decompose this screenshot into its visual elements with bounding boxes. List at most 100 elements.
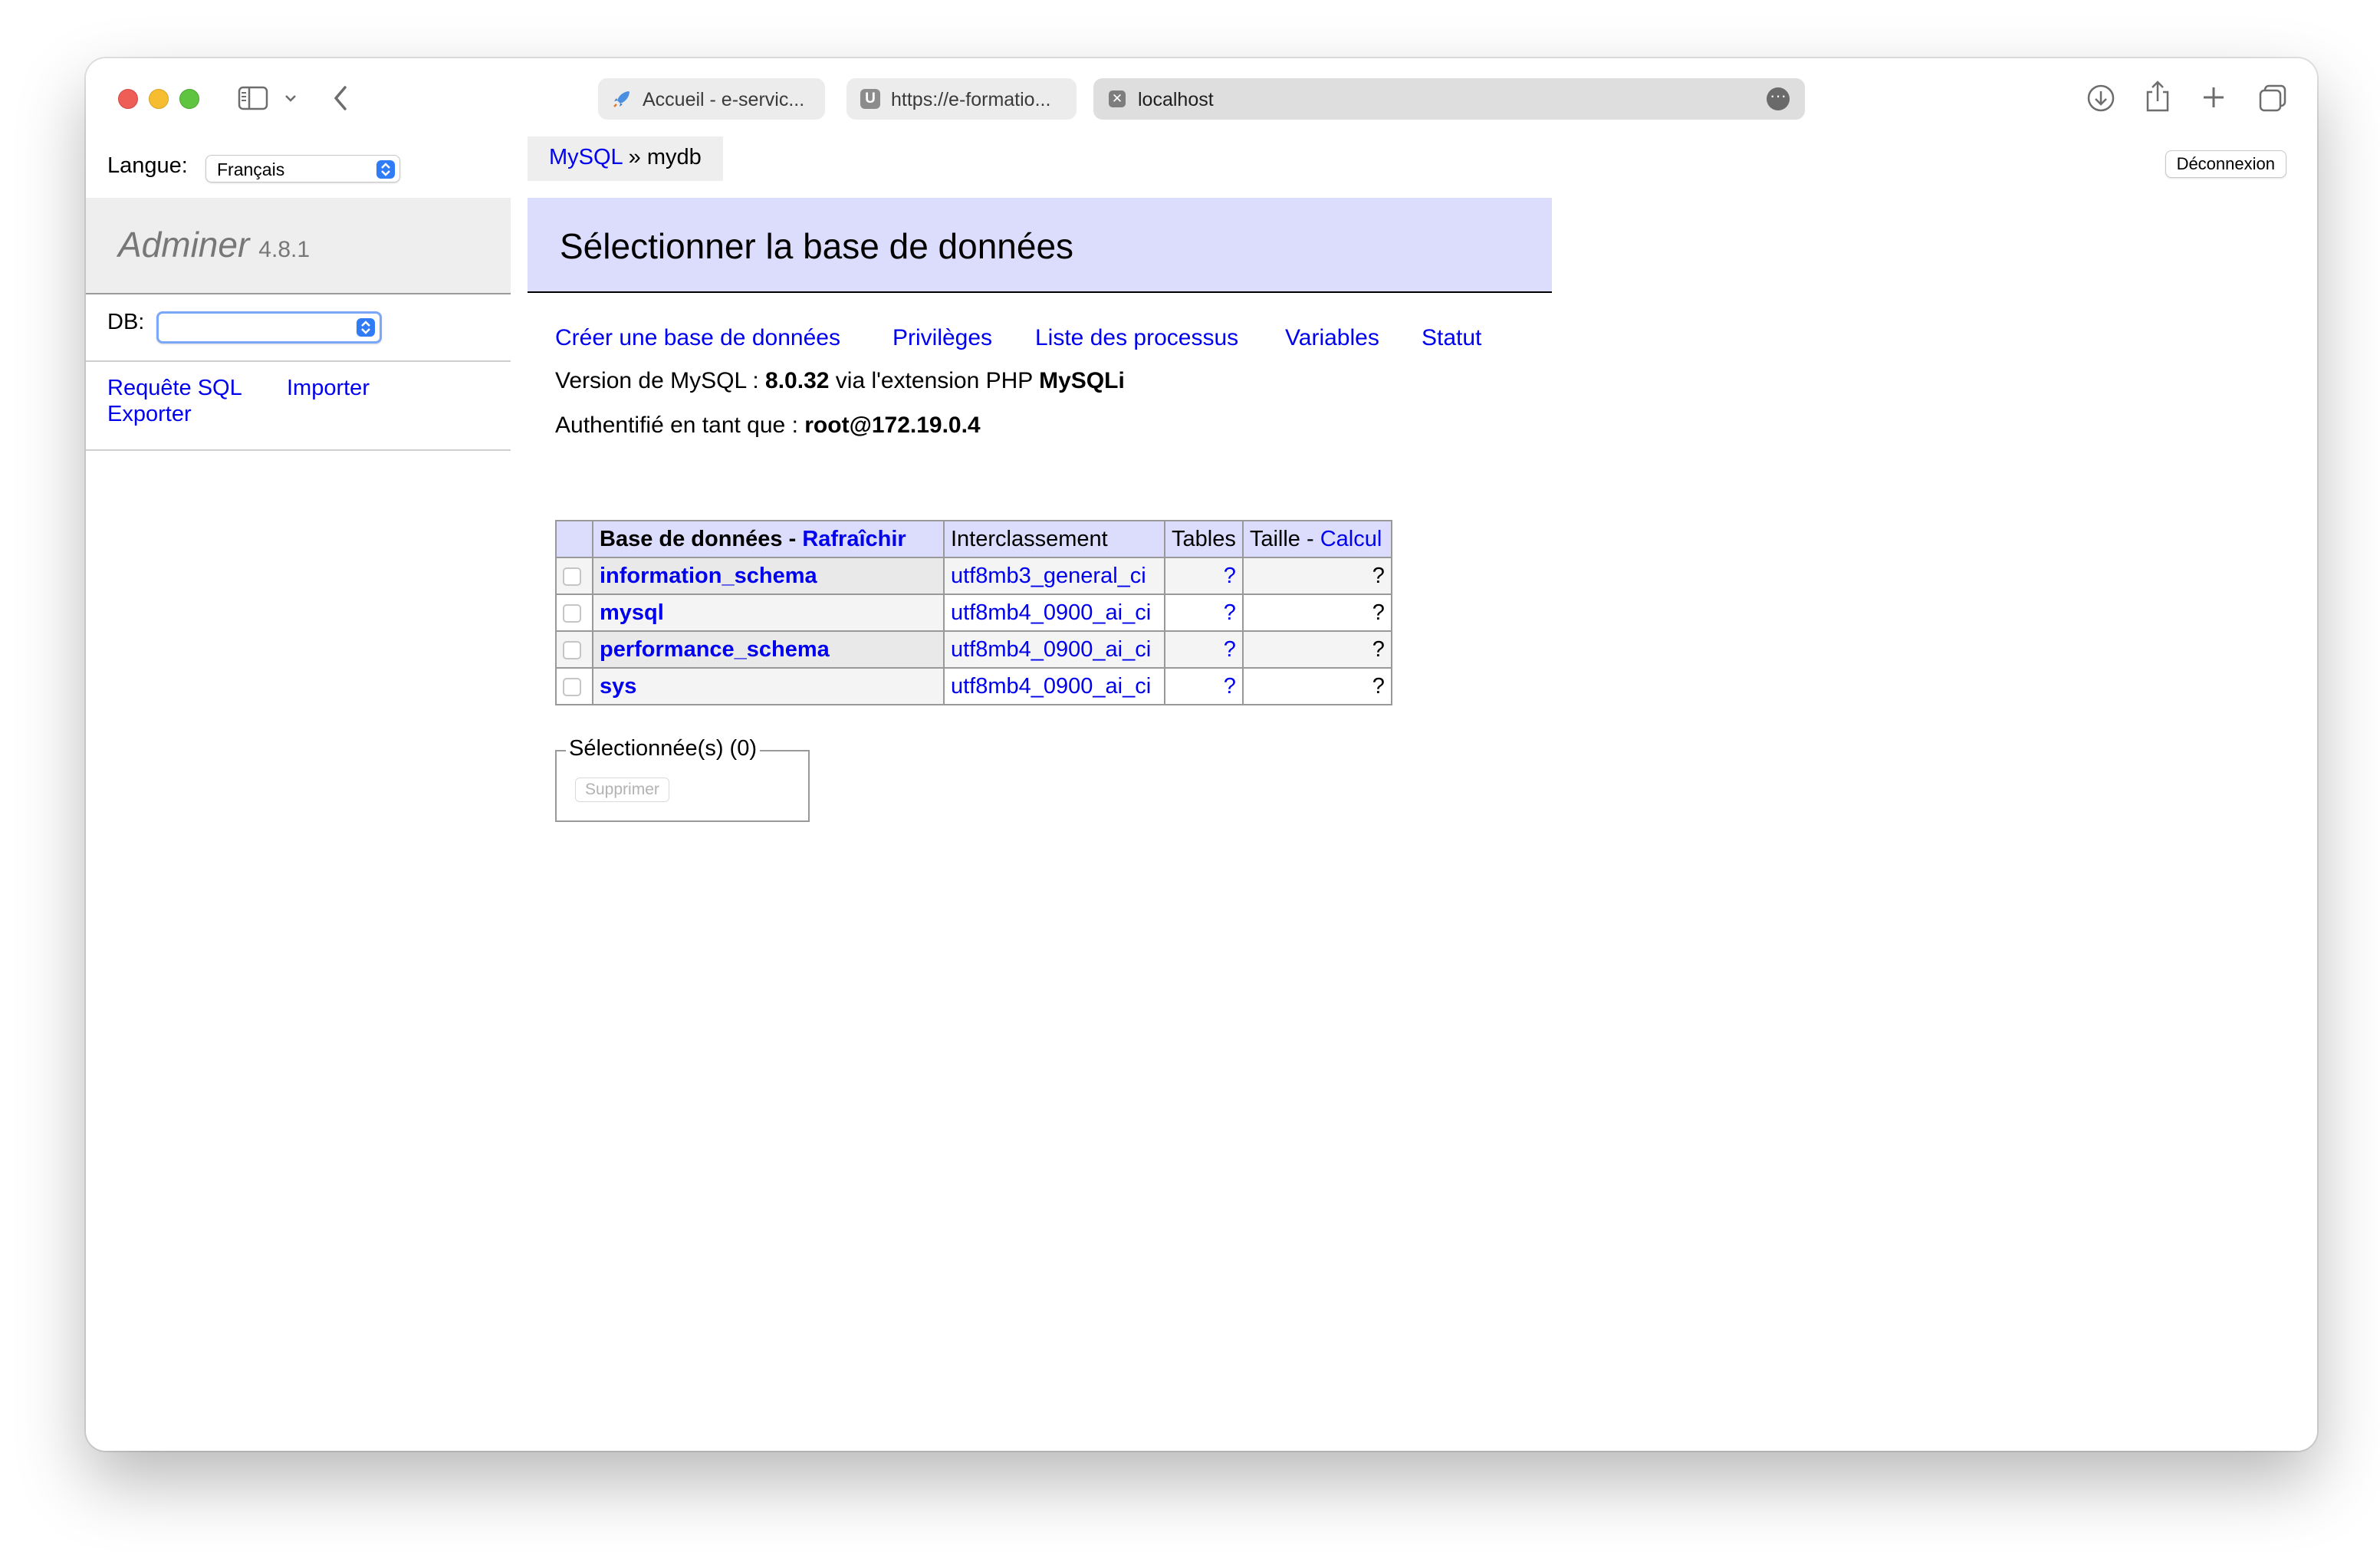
tab-title: https://e-formatio... — [891, 89, 1051, 110]
databases-table: Base de données - Rafraîchir Interclasse… — [555, 520, 1392, 705]
privileges-link[interactable]: Privilèges — [893, 325, 992, 351]
tables-cell: ? — [1164, 594, 1244, 632]
version-extension: MySQLi — [1039, 368, 1125, 393]
table-row: performance_schema utf8mb4_0900_ai_ci ? … — [555, 630, 1392, 669]
size-cell: ? — [1241, 557, 1392, 595]
row-checkbox[interactable] — [563, 567, 581, 586]
auth-prefix: Authentifié en tant que : — [555, 413, 798, 438]
tables-cell: ? — [1164, 557, 1244, 595]
rocket-icon — [613, 91, 630, 107]
sql-query-link[interactable]: Requête SQL — [107, 376, 242, 401]
column-collation: Interclassement — [943, 520, 1165, 558]
language-label: Langue: — [107, 153, 188, 178]
compute-size-link[interactable]: Calcul — [1320, 527, 1382, 551]
row-checkbox[interactable] — [563, 603, 581, 623]
version-value: 8.0.32 — [765, 368, 830, 393]
download-icon[interactable] — [2086, 83, 2116, 113]
refresh-link[interactable]: Rafraîchir — [802, 527, 906, 551]
column-database: Base de données - Rafraîchir — [592, 520, 945, 558]
column-database-label: Base de données — [600, 526, 783, 551]
delete-button[interactable]: Supprimer — [575, 778, 669, 802]
breadcrumb-mysql-link[interactable]: MySQL — [549, 145, 623, 169]
minimize-window-button[interactable] — [149, 89, 169, 109]
back-arrow-icon[interactable] — [331, 84, 350, 112]
tab-overview-icon[interactable] — [2257, 83, 2288, 113]
variables-link[interactable]: Variables — [1285, 325, 1379, 351]
database-link[interactable]: information_schema — [600, 564, 817, 588]
zoom-window-button[interactable] — [179, 89, 199, 109]
row-checkbox-cell — [555, 667, 593, 705]
tab-accueil[interactable]: Accueil - e-servic... — [598, 78, 825, 120]
select-arrows-icon — [376, 160, 395, 179]
app-version: 4.8.1 — [258, 237, 311, 262]
selected-legend: Sélectionnée(s) (0) — [566, 736, 760, 761]
logo-band: Adminer 4.8.1 — [86, 198, 511, 294]
tables-cell: ? — [1164, 667, 1244, 705]
tab-e-formation[interactable]: U https://e-formatio... — [846, 78, 1077, 120]
database-name-cell: sys — [592, 667, 945, 705]
new-tab-plus-icon[interactable] — [2201, 84, 2227, 110]
chevron-down-icon[interactable] — [284, 92, 298, 104]
adminer-logo[interactable]: Adminer 4.8.1 — [118, 224, 310, 265]
collation-link[interactable]: utf8mb3_general_ci — [951, 564, 1146, 588]
auth-line: Authentifié en tant que : root@172.19.0.… — [555, 413, 981, 439]
breadcrumb-current: mydb — [646, 145, 702, 169]
header-separator: - — [1306, 526, 1314, 551]
status-link[interactable]: Statut — [1422, 325, 1481, 351]
select-arrows-icon — [357, 318, 375, 337]
import-link[interactable]: Importer — [287, 376, 370, 401]
collation-link[interactable]: utf8mb4_0900_ai_ci — [951, 637, 1151, 662]
more-options-icon[interactable]: ··· — [1767, 87, 1790, 110]
sidebar-toggle-icon[interactable] — [238, 86, 268, 110]
create-database-link[interactable]: Créer une base de données — [555, 325, 840, 351]
collation-link[interactable]: utf8mb4_0900_ai_ci — [951, 674, 1151, 699]
row-checkbox-cell — [555, 557, 593, 595]
row-checkbox-cell — [555, 594, 593, 632]
selected-fieldset: Sélectionnée(s) (0) Supprimer — [555, 736, 810, 822]
sidebar-links: Requête SQL Importer Exporter — [86, 362, 511, 451]
close-window-button[interactable] — [118, 89, 138, 109]
database-link[interactable]: performance_schema — [600, 637, 830, 662]
tab-title: Accueil - e-servic... — [643, 89, 805, 110]
database-link[interactable]: sys — [600, 674, 636, 699]
app-name: Adminer — [118, 225, 250, 265]
language-select-value: Français — [217, 159, 285, 179]
database-name-cell: mysql — [592, 594, 945, 632]
db-selector-row: DB: — [86, 294, 511, 362]
browser-toolbar: Accueil - e-servic... U https://e-format… — [86, 58, 2317, 136]
select-all-header — [555, 520, 593, 558]
column-size-label: Taille — [1249, 526, 1300, 551]
tab-localhost[interactable]: ✕ localhost ··· — [1093, 78, 1805, 120]
tab-title: localhost — [1138, 89, 1214, 110]
column-size: Taille - Calcul — [1241, 520, 1392, 558]
tab-close-icon[interactable]: ✕ — [1109, 90, 1126, 107]
collation-link[interactable]: utf8mb4_0900_ai_ci — [951, 600, 1151, 625]
tables-count-link[interactable]: ? — [1224, 674, 1236, 699]
collation-cell: utf8mb3_general_ci — [943, 557, 1165, 595]
mysql-version-line: Version de MySQL : 8.0.32 via l'extensio… — [555, 368, 1125, 394]
adminer-sidebar: Langue: Français Adminer 4.8.1 DB: Requê… — [86, 136, 511, 1451]
db-select[interactable] — [156, 311, 382, 344]
page-title-band: Sélectionner la base de données — [528, 198, 1552, 293]
collation-cell: utf8mb4_0900_ai_ci — [943, 667, 1165, 705]
breadcrumb-separator: » — [628, 145, 641, 169]
logout-button[interactable]: Déconnexion — [2165, 150, 2286, 178]
database-link[interactable]: mysql — [600, 600, 664, 625]
database-name-cell: performance_schema — [592, 630, 945, 669]
version-prefix: Version de MySQL : — [555, 368, 759, 393]
tables-count-link[interactable]: ? — [1224, 637, 1236, 662]
row-checkbox[interactable] — [563, 640, 581, 659]
process-list-link[interactable]: Liste des processus — [1035, 325, 1238, 351]
breadcrumb: MySQL » mydb — [528, 136, 723, 181]
size-cell: ? — [1241, 594, 1392, 632]
tables-count-link[interactable]: ? — [1224, 600, 1236, 625]
row-checkbox[interactable] — [563, 677, 581, 696]
share-icon[interactable] — [2144, 80, 2171, 113]
size-cell: ? — [1241, 667, 1392, 705]
size-cell: ? — [1241, 630, 1392, 669]
language-select[interactable]: Français — [205, 155, 400, 182]
export-link[interactable]: Exporter — [107, 402, 192, 427]
tables-count-link[interactable]: ? — [1224, 564, 1236, 588]
browser-window: Accueil - e-servic... U https://e-format… — [86, 58, 2317, 1451]
tables-cell: ? — [1164, 630, 1244, 669]
